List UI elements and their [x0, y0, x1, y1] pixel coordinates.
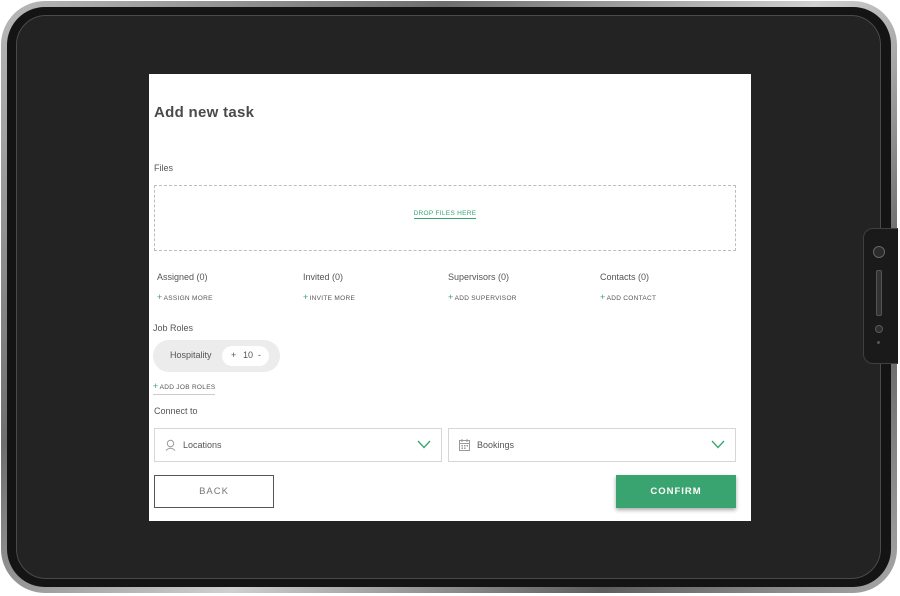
plus-icon: + [153, 381, 159, 391]
plus-icon: + [600, 292, 606, 302]
supervisors-title: Supervisors (0) [448, 272, 510, 282]
locations-select-text: Locations [183, 440, 222, 450]
job-role-count-stepper: + 10 - [222, 346, 269, 366]
sensor-dot [877, 341, 880, 344]
job-role-name: Hospitality [170, 350, 212, 360]
locations-select[interactable]: Locations [154, 428, 442, 462]
assign-more-link[interactable]: +ASSIGN MORE [157, 292, 213, 302]
chevron-down-icon [711, 440, 725, 449]
camera-icon [873, 246, 885, 258]
plus-icon: + [448, 292, 454, 302]
add-contact-link[interactable]: +ADD CONTACT [600, 292, 656, 302]
plus-icon: + [303, 292, 309, 302]
job-role-count: 10 [243, 350, 254, 360]
plus-icon: + [157, 292, 163, 302]
assigned-title: Assigned (0) [157, 272, 208, 282]
files-label: Files [154, 163, 174, 173]
calendar-icon [459, 439, 470, 451]
sensor-icon [875, 325, 883, 333]
decrement-button[interactable]: - [258, 350, 261, 360]
connect-to-label: Connect to [154, 406, 198, 416]
location-pin-icon [165, 439, 176, 451]
chevron-down-icon [417, 440, 431, 449]
modal-title: Add new task [154, 104, 255, 121]
back-button[interactable]: BACK [154, 475, 274, 508]
confirm-button[interactable]: CONFIRM [616, 475, 736, 508]
add-task-modal: Add new task Files DROP FILES HERE Assig… [149, 74, 751, 521]
job-role-chip: Hospitality + 10 - [153, 340, 280, 372]
invite-more-link[interactable]: +INVITE MORE [303, 292, 355, 302]
drop-files-link[interactable]: DROP FILES HERE [413, 210, 477, 219]
bookings-select-text: Bookings [477, 440, 515, 450]
add-supervisor-link[interactable]: +ADD SUPERVISOR [448, 292, 517, 302]
bookings-select[interactable]: Bookings [448, 428, 736, 462]
job-roles-label: Job Roles [153, 323, 194, 333]
speaker-slot [876, 270, 882, 316]
increment-button[interactable]: + [231, 350, 236, 360]
invited-title: Invited (0) [303, 272, 344, 282]
file-dropzone[interactable]: DROP FILES HERE [154, 185, 736, 251]
contacts-title: Contacts (0) [600, 272, 650, 282]
add-job-roles-link[interactable]: +ADD JOB ROLES [153, 381, 216, 395]
